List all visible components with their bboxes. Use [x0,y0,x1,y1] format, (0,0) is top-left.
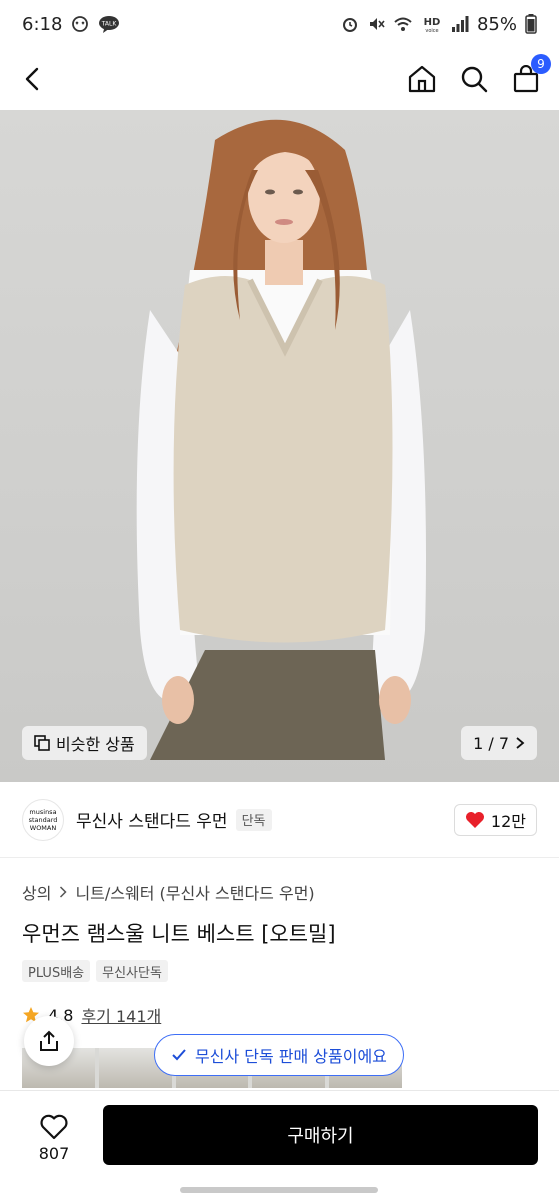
wifi-icon [393,15,413,33]
image-page-counter[interactable]: 1 / 7 [461,726,537,760]
buy-button[interactable]: 구매하기 [103,1105,538,1165]
alarm-icon [341,15,359,33]
similar-products-button[interactable]: 비슷한 상품 [22,726,147,760]
bottom-action-bar: 807 구매하기 [0,1090,559,1200]
check-icon [172,1049,186,1061]
breadcrumb: 상의 니트/스웨터 (무신사 스탠다드 우먼) [22,880,315,904]
status-bar: 6:18 TALK HD voice 85% [0,0,559,48]
brand-logo[interactable]: musinsa standard WOMAN [22,798,64,841]
brand-like-button[interactable]: 12만 [453,803,537,836]
model-illustration [136,119,426,760]
cart-button[interactable]: 9 [511,54,551,94]
wishlist-button[interactable]: 807 [22,1105,86,1171]
heart-outline-icon [40,1114,68,1139]
similar-items-icon [34,735,50,751]
brand-like-count: 12만 [490,811,526,831]
wishlist-count: 807 [38,1143,70,1163]
heart-icon [465,811,484,828]
battery-icon [525,14,537,34]
product-tags: PLUS배송 무신사단독 [22,960,168,982]
brand-logo-line-3: WOMAN [29,823,57,832]
home-indicator[interactable] [180,1187,378,1193]
plus-delivery-tag: PLUS배송 [22,960,91,982]
exclusive-toast: 무신사 단독 판매 상품이에요 [154,1034,404,1076]
product-main-image[interactable]: 비슷한 상품 1 / 7 [0,110,559,782]
svg-text:TALK: TALK [101,21,118,28]
top-nav-bar: 9 [0,48,559,110]
brand-row[interactable]: musinsa standard WOMAN 무신사 스탠다드 우먼 단독 12… [0,782,559,858]
cart-count-badge: 9 [531,54,551,74]
home-icon [408,65,436,93]
share-button[interactable] [24,1016,74,1066]
chevron-left-icon [25,67,39,91]
product-title: 우먼즈 램스울 니트 베스트 [오트밀] [22,922,336,946]
talk-icon: TALK [98,15,120,33]
toast-message: 무신사 단독 판매 상품이에요 [195,1047,387,1066]
svg-text:voice: voice [425,28,438,33]
status-time: 6:18 [22,13,63,35]
cloud-face-icon [70,15,90,33]
share-icon [40,1030,58,1051]
review-link[interactable]: 후기 141개 [81,1003,161,1027]
breadcrumb-subcategory[interactable]: 니트/스웨터 (무신사 스탠다드 우먼) [75,880,314,904]
search-icon [461,66,488,93]
brand-logo-line-1: musinsa [29,807,57,816]
home-button[interactable] [407,64,437,94]
battery-percent: 85% [476,13,517,35]
exclusive-tag: 단독 [235,808,272,831]
search-button[interactable] [459,64,489,94]
chevron-right-icon [516,737,525,749]
similar-products-label: 비슷한 상품 [56,735,135,754]
brand-name[interactable]: 무신사 스탠다드 우먼 [76,807,228,832]
image-page-counter-text: 1 / 7 [473,733,509,753]
musinsa-exclusive-tag: 무신사단독 [96,960,168,982]
chevron-right-icon [60,886,68,898]
svg-text:HD: HD [424,17,441,28]
breadcrumb-category[interactable]: 상의 [22,880,51,904]
back-button[interactable] [18,64,48,94]
signal-icon [451,15,469,33]
mute-icon [367,15,385,33]
brand-logo-line-2: standard [28,815,58,824]
hd-voice-icon: HD voice [421,15,443,33]
